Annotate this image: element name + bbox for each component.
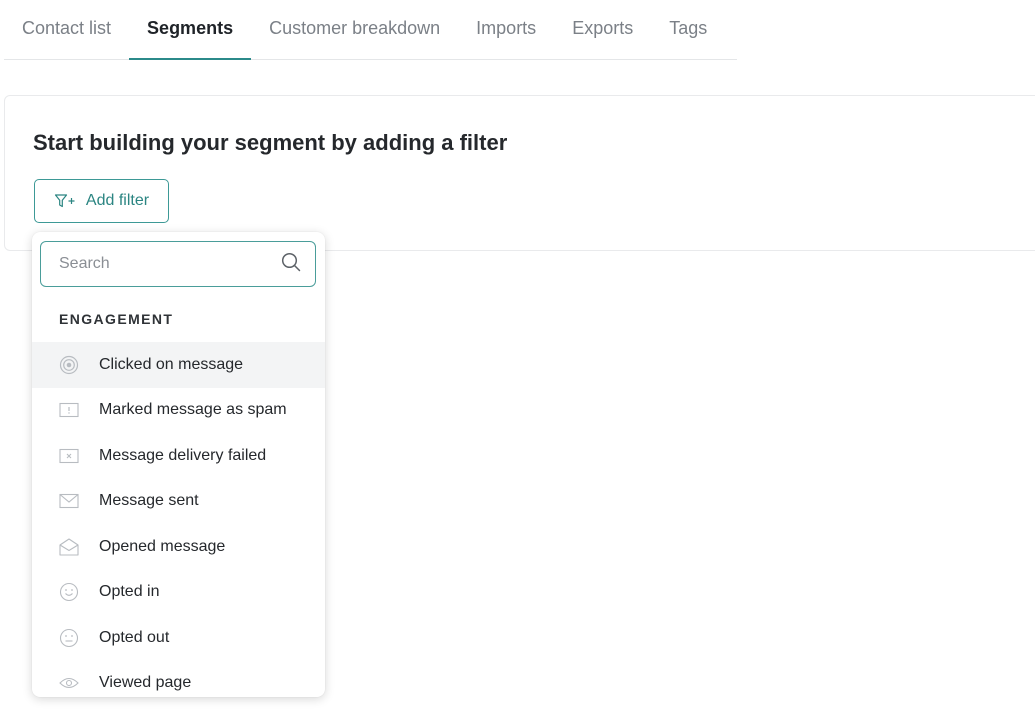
filter-item-opened-message[interactable]: Opened message bbox=[32, 524, 325, 570]
filter-item-label: Message sent bbox=[99, 492, 199, 510]
filter-item-label: Opted in bbox=[99, 583, 160, 601]
filter-item-marked-as-spam[interactable]: Marked message as spam bbox=[32, 388, 325, 434]
tab-tags[interactable]: Tags bbox=[651, 0, 725, 59]
filter-item-opted-in[interactable]: Opted in bbox=[32, 570, 325, 616]
filter-item-opted-out[interactable]: Opted out bbox=[32, 615, 325, 661]
filter-list: Clicked on message Marked message as spa… bbox=[32, 342, 325, 697]
filter-item-delivery-failed[interactable]: Message delivery failed bbox=[32, 433, 325, 479]
filter-dropdown: ENGAGEMENT Clicked on message bbox=[32, 232, 325, 697]
eye-icon bbox=[58, 672, 80, 694]
search-field[interactable] bbox=[40, 241, 316, 287]
filter-item-label: Marked message as spam bbox=[99, 401, 287, 419]
segment-builder-card: Start building your segment by adding a … bbox=[4, 95, 1035, 251]
smile-icon bbox=[58, 581, 80, 603]
search-icon[interactable] bbox=[281, 252, 301, 277]
tab-bar: Contact list Segments Customer breakdown… bbox=[4, 0, 737, 60]
segments-page: Contact list Segments Customer breakdown… bbox=[0, 0, 1035, 713]
tab-contact-list[interactable]: Contact list bbox=[4, 0, 129, 59]
add-filter-label: Add filter bbox=[85, 192, 150, 209]
envelope-icon bbox=[58, 490, 80, 512]
spam-icon bbox=[58, 399, 80, 421]
tab-exports[interactable]: Exports bbox=[554, 0, 651, 59]
filter-item-label: Clicked on message bbox=[99, 355, 244, 373]
tab-customer-breakdown[interactable]: Customer breakdown bbox=[251, 0, 458, 59]
neutral-face-icon bbox=[58, 627, 80, 649]
section-label-engagement: ENGAGEMENT bbox=[59, 311, 174, 327]
delivery-failed-icon bbox=[58, 445, 80, 467]
filter-item-clicked-on-message[interactable]: Clicked on message bbox=[32, 342, 325, 388]
filter-item-label: Opened message bbox=[99, 537, 226, 555]
tab-imports[interactable]: Imports bbox=[458, 0, 554, 59]
filter-item-viewed-page[interactable]: Viewed page bbox=[32, 661, 325, 698]
filter-item-message-sent[interactable]: Message sent bbox=[32, 479, 325, 525]
filter-plus-icon bbox=[54, 193, 76, 209]
search-input[interactable] bbox=[59, 255, 281, 273]
filter-item-label: Opted out bbox=[99, 628, 170, 646]
filter-item-label: Viewed page bbox=[99, 674, 192, 692]
filter-item-label: Message delivery failed bbox=[99, 446, 267, 464]
add-filter-button[interactable]: Add filter bbox=[34, 179, 169, 223]
segment-builder-title: Start building your segment by adding a … bbox=[33, 130, 508, 155]
target-icon bbox=[58, 354, 80, 376]
envelope-open-icon bbox=[58, 536, 80, 558]
tab-segments[interactable]: Segments bbox=[129, 0, 252, 60]
